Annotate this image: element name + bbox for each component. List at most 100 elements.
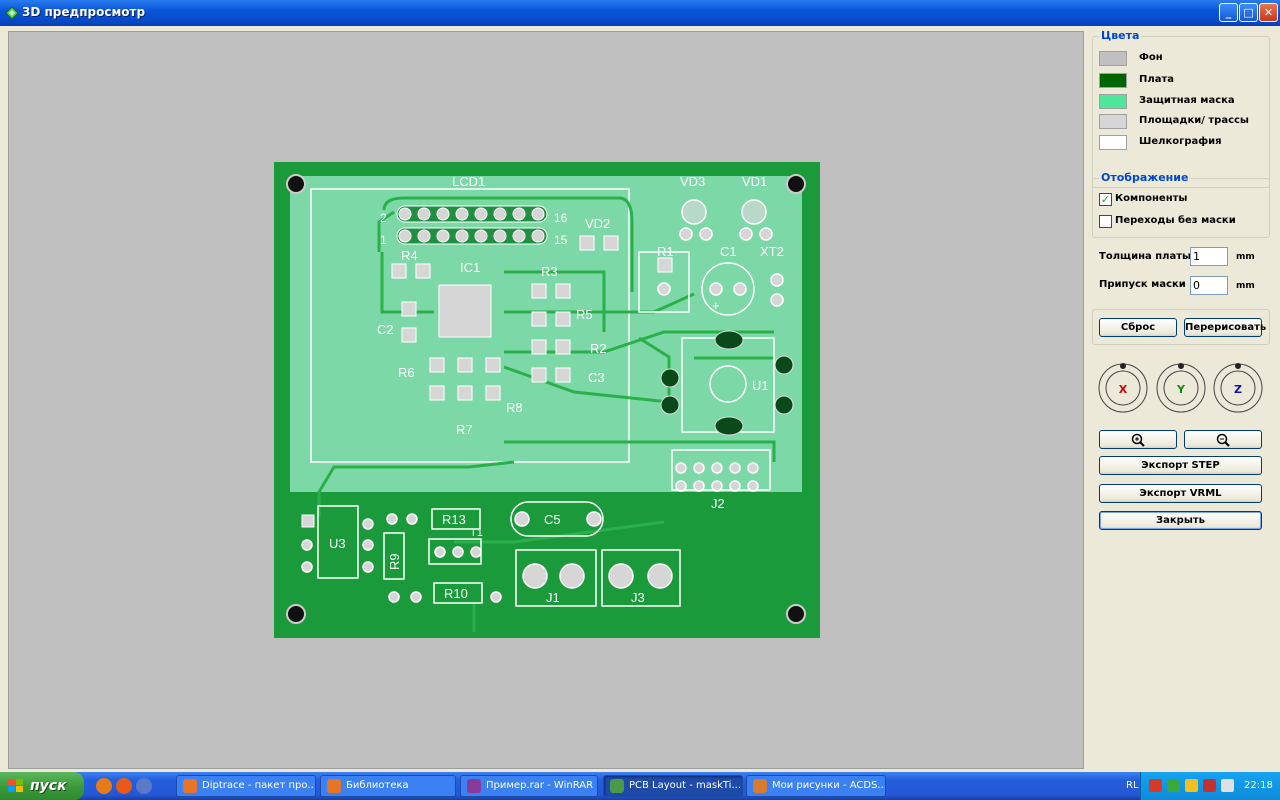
tray-security-icon[interactable] — [1185, 779, 1198, 792]
header-pin — [436, 207, 450, 221]
tray-network-icon[interactable] — [1167, 779, 1180, 792]
quicklaunch-tool-icon[interactable] — [136, 778, 152, 794]
tray-antivirus-icon[interactable] — [1203, 779, 1216, 792]
export-vrml-button[interactable]: Экспорт VRML — [1099, 484, 1262, 503]
color-label-pads-traces: Площадки/ трассы — [1139, 115, 1249, 126]
mask-margin-unit: mm — [1236, 281, 1255, 291]
header-pin — [398, 207, 412, 221]
title-bar[interactable]: 3D предпросмотр _ □ ✕ — [0, 0, 1280, 26]
close-button[interactable]: Закрыть — [1099, 511, 1262, 530]
task-acdsee[interactable]: Мои рисунки - ACDS... — [746, 775, 886, 797]
header-pin — [417, 229, 431, 243]
label-c1: C1 — [720, 244, 737, 259]
label-t1: T1 — [470, 527, 483, 539]
redraw-button[interactable]: Перерисовать — [1184, 318, 1266, 337]
color-label-silkscreen: Шелкография — [1139, 136, 1222, 147]
board-thickness-label: Толщина платы — [1099, 251, 1192, 262]
task-label: Мои рисунки - ACDS... — [772, 780, 886, 791]
header-pin — [474, 229, 488, 243]
color-swatch-silkscreen[interactable] — [1099, 135, 1127, 150]
vias-without-mask-checkbox[interactable] — [1099, 215, 1112, 228]
label-pin15: 15 — [554, 233, 568, 247]
close-window-button[interactable]: ✕ — [1259, 3, 1278, 22]
quicklaunch-firefox-icon[interactable] — [116, 778, 132, 794]
tray-app-icon[interactable] — [1149, 779, 1162, 792]
color-label-background: Фон — [1139, 52, 1163, 63]
mounting-hole — [286, 174, 306, 194]
firefox-icon — [183, 779, 197, 793]
label-vd2: VD2 — [585, 216, 610, 231]
board-thickness-input[interactable] — [1190, 247, 1228, 266]
color-swatch-board[interactable] — [1099, 73, 1127, 88]
color-swatch-background[interactable] — [1099, 51, 1127, 66]
label-r10: R10 — [444, 586, 468, 601]
zoom-out-icon — [1216, 433, 1230, 447]
header-pin — [417, 207, 431, 221]
task-label: PCB Layout - maskTi... — [629, 780, 741, 791]
acdsee-icon — [753, 779, 767, 793]
zoom-in-button[interactable] — [1099, 430, 1177, 449]
label-plus: + — [712, 298, 720, 313]
display-group: Отображение ✓ Компоненты Переходы без ма… — [1092, 171, 1270, 238]
3d-viewport[interactable]: LCD1 VD3 VD1 VD2 R1 C1 XT2 R4 IC1 R3 C2 … — [8, 31, 1084, 769]
label-j3: J3 — [631, 590, 645, 605]
task-winrar[interactable]: Пример.rar - WinRAR — [460, 775, 598, 797]
rotate-y-control[interactable]: Y — [1155, 362, 1207, 414]
winrar-icon — [467, 779, 481, 793]
export-step-button[interactable]: Экспорт STEP — [1099, 456, 1262, 475]
label-c5: C5 — [544, 512, 561, 527]
task-diptrace[interactable]: Diptrace - пакет про... — [176, 775, 316, 797]
y-axis-label: Y — [1176, 383, 1186, 396]
start-button[interactable]: пуск — [0, 772, 84, 800]
quicklaunch-app-icon[interactable] — [96, 778, 112, 794]
taskbar: пуск Diptrace - пакет про... Библиотека … — [0, 772, 1280, 800]
app-icon — [5, 6, 19, 20]
minimize-button[interactable]: _ — [1219, 3, 1238, 22]
label-pin2: 2 — [380, 211, 387, 225]
label-vd1: VD1 — [742, 174, 767, 189]
task-label: Diptrace - пакет про... — [202, 780, 316, 791]
label-r9: R9 — [387, 553, 402, 570]
label-c2: C2 — [377, 322, 394, 337]
header-pin — [455, 207, 469, 221]
label-r6: R6 — [398, 365, 415, 380]
task-label: Библиотека — [346, 780, 409, 791]
language-indicator[interactable]: RL — [1126, 780, 1139, 791]
zoom-in-icon — [1131, 433, 1145, 447]
label-r4: R4 — [401, 248, 418, 263]
tray-volume-icon[interactable] — [1221, 779, 1234, 792]
header-pin — [436, 229, 450, 243]
task-library[interactable]: Библиотека — [320, 775, 456, 797]
pcb-board: LCD1 VD3 VD1 VD2 R1 C1 XT2 R4 IC1 R3 C2 … — [274, 162, 820, 638]
reset-button[interactable]: Сброс — [1099, 318, 1177, 337]
header-pin — [531, 207, 545, 221]
header-pin — [493, 207, 507, 221]
label-c3: C3 — [588, 370, 605, 385]
label-r13: R13 — [442, 512, 466, 527]
mask-margin-input[interactable] — [1190, 276, 1228, 295]
color-swatch-solder-mask[interactable] — [1099, 94, 1127, 109]
start-label: пуск — [30, 778, 67, 794]
label-r1: R1 — [657, 244, 674, 259]
header-pin — [398, 229, 412, 243]
label-r7: R7 — [456, 422, 473, 437]
vias-without-mask-label: Переходы без маски — [1115, 215, 1236, 226]
label-j2: J2 — [711, 496, 725, 511]
color-swatch-pads-traces[interactable] — [1099, 114, 1127, 129]
color-label-board: Плата — [1139, 74, 1174, 85]
board-thickness-unit: mm — [1236, 252, 1255, 262]
label-ic1: IC1 — [460, 260, 480, 275]
x-axis-label: X — [1119, 383, 1128, 396]
rotate-z-control[interactable]: Z — [1212, 362, 1264, 414]
zoom-out-button[interactable] — [1184, 430, 1262, 449]
label-r8: R8 — [506, 400, 523, 415]
label-pin16: 16 — [554, 211, 568, 225]
pcb-layout-icon — [610, 779, 624, 793]
maximize-button[interactable]: □ — [1239, 3, 1258, 22]
display-group-title: Отображение — [1099, 171, 1191, 184]
rotate-x-control[interactable]: X — [1097, 362, 1149, 414]
components-checkbox[interactable]: ✓ — [1099, 193, 1112, 206]
u3-pin1-pad — [301, 514, 315, 528]
task-pcb-layout[interactable]: PCB Layout - maskTi... — [603, 775, 743, 797]
mounting-hole — [286, 604, 306, 624]
